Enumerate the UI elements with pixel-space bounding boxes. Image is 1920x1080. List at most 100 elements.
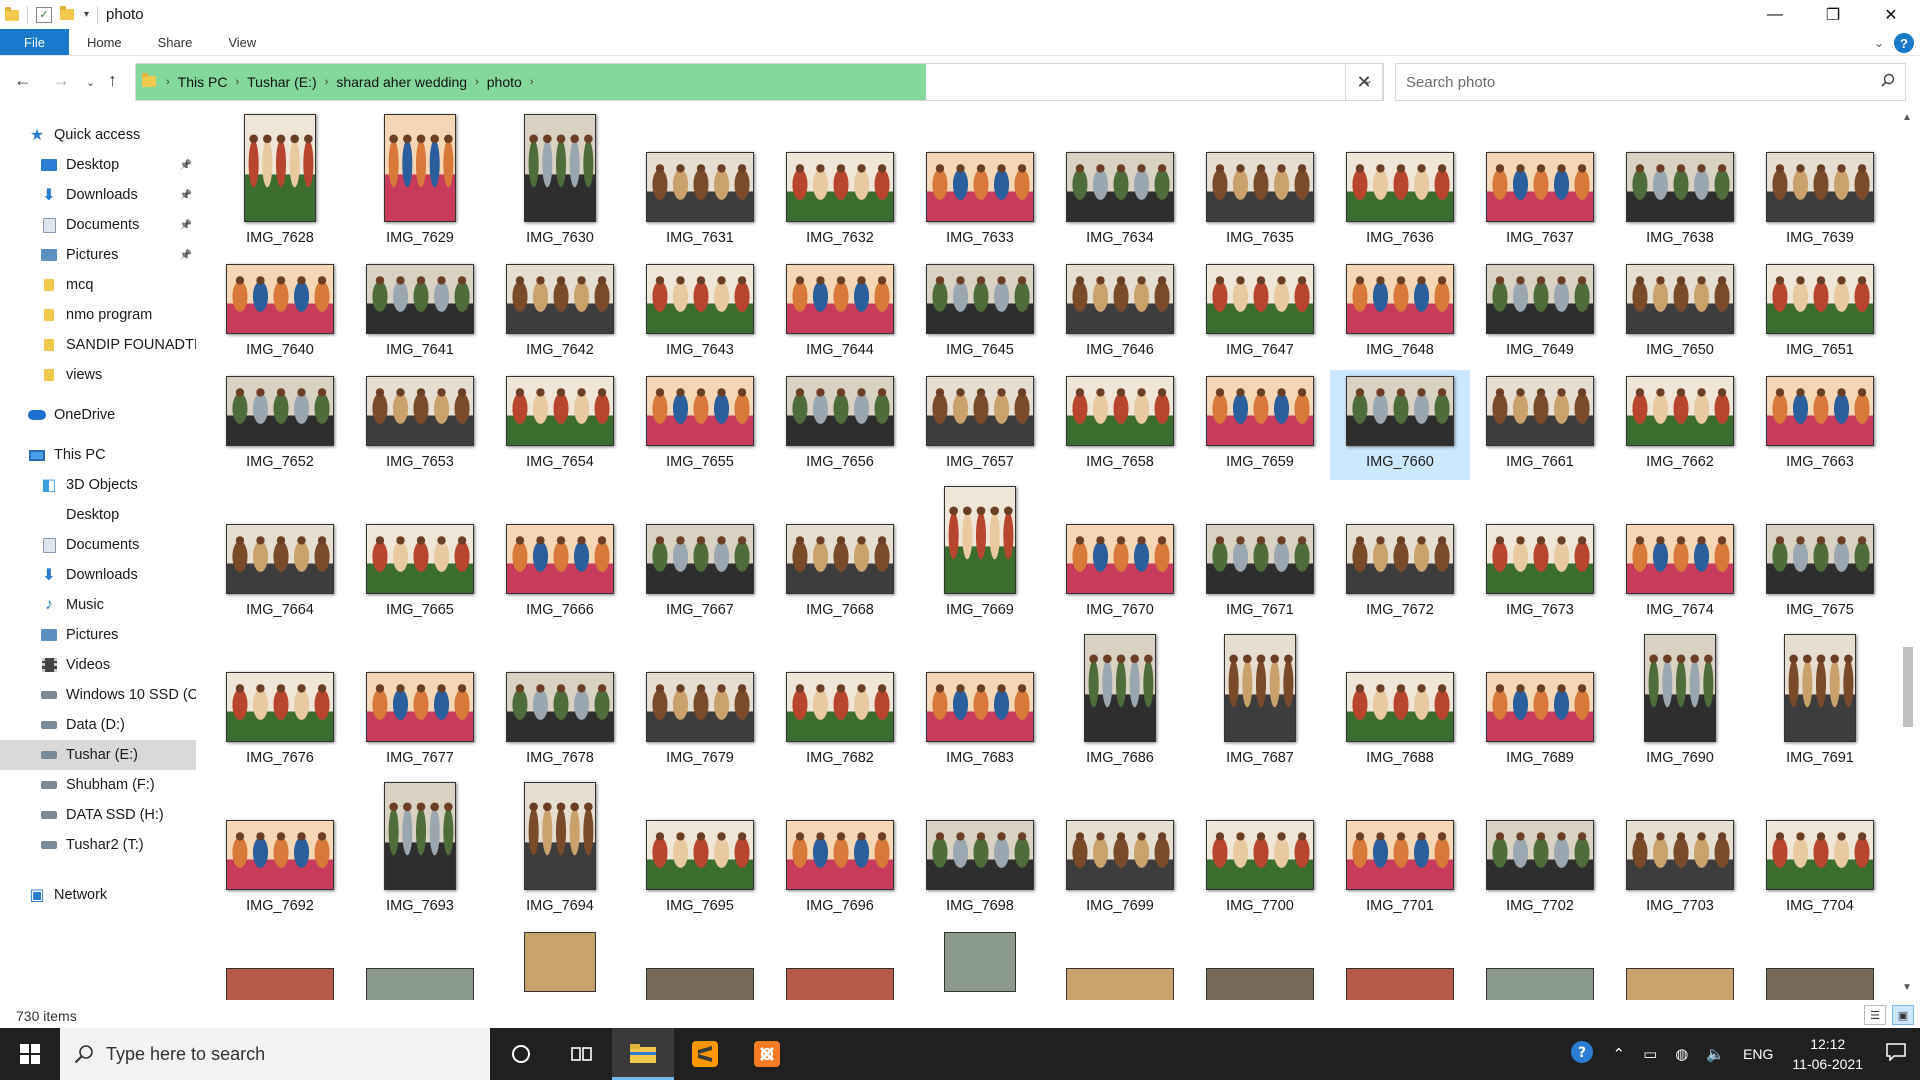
search-icon[interactable] — [1881, 73, 1895, 90]
file-item[interactable]: IMG_7645 — [910, 262, 1050, 374]
volume-icon[interactable]: 🔈 — [1706, 1045, 1725, 1063]
recent-locations-icon[interactable]: ⌄ — [86, 76, 95, 89]
pin-icon[interactable]: 📌 — [180, 250, 192, 261]
file-item[interactable]: IMG_7704 — [1750, 782, 1890, 930]
photo-thumbnail[interactable] — [1066, 264, 1174, 334]
file-item[interactable]: IMG_7639 — [1750, 110, 1890, 256]
photo-thumbnail[interactable] — [1486, 820, 1594, 890]
search-box[interactable] — [1395, 63, 1906, 101]
file-item[interactable]: IMG_7637 — [1470, 110, 1610, 256]
photo-thumbnail[interactable] — [1224, 634, 1296, 742]
file-item[interactable]: IMG_7663 — [1750, 374, 1890, 486]
nav-pc-item-9[interactable]: Data (D:) — [0, 710, 196, 740]
nav-folder-2[interactable]: nmo program — [0, 300, 196, 330]
photo-thumbnail[interactable] — [646, 820, 754, 890]
photo-thumbnail[interactable] — [506, 524, 614, 594]
photo-thumbnail[interactable] — [926, 820, 1034, 890]
back-arrow-icon[interactable]: ← — [14, 70, 32, 91]
photo-thumbnail[interactable] — [1766, 820, 1874, 890]
nav-pc-item-1[interactable]: ◧ 3D Objects — [0, 470, 196, 500]
photo-thumbnail[interactable] — [366, 672, 474, 742]
sublime-text-icon[interactable] — [674, 1028, 736, 1080]
file-item[interactable]: IMG_7634 — [1050, 110, 1190, 256]
restore-button[interactable]: ❐ — [1804, 0, 1862, 29]
file-item[interactable]: IMG_7630 — [490, 110, 630, 256]
file-item[interactable]: IMG_7670 — [1050, 486, 1190, 634]
photo-thumbnail[interactable] — [524, 782, 596, 890]
task-view-icon[interactable] — [550, 1028, 612, 1080]
photo-thumbnail[interactable] — [226, 820, 334, 890]
scroll-down-icon[interactable]: ▼ — [1902, 982, 1912, 993]
photo-thumbnail[interactable] — [646, 968, 754, 1000]
photo-thumbnail[interactable] — [524, 932, 596, 992]
file-item[interactable]: IMG_7644 — [770, 262, 910, 374]
photo-thumbnail[interactable] — [926, 152, 1034, 222]
photo-thumbnail[interactable] — [1066, 152, 1174, 222]
photo-thumbnail[interactable] — [384, 114, 456, 222]
file-item[interactable]: IMG_7647 — [1190, 262, 1330, 374]
details-view-icon[interactable]: ☰ — [1864, 1005, 1886, 1025]
tab-file[interactable]: File — [0, 29, 69, 55]
nav-folder-3[interactable]: SANDIP FOUNADTION — [0, 330, 196, 360]
photo-thumbnail[interactable] — [1206, 152, 1314, 222]
file-item[interactable]: IMG_7690 — [1610, 634, 1750, 782]
nav-pc-item-2[interactable]: Desktop — [0, 500, 196, 530]
up-arrow-icon[interactable]: ↑ — [108, 70, 117, 91]
photo-thumbnail[interactable] — [506, 672, 614, 742]
nav-folder-4[interactable]: views — [0, 360, 196, 390]
photo-thumbnail[interactable] — [1626, 376, 1734, 446]
file-item[interactable]: IMG_7689 — [1470, 634, 1610, 782]
photo-thumbnail[interactable] — [1626, 264, 1734, 334]
taskbar-search[interactable]: Type here to search — [60, 1028, 490, 1080]
photo-thumbnail[interactable] — [1766, 264, 1874, 334]
file-item[interactable]: IMG_7667 — [630, 486, 770, 634]
photo-thumbnail[interactable] — [1486, 264, 1594, 334]
battery-icon[interactable]: ▭ — [1643, 1045, 1657, 1063]
file-item[interactable]: IMG_7688 — [1330, 634, 1470, 782]
photo-thumbnail[interactable] — [366, 968, 474, 1000]
nav-this-pc[interactable]: This PC — [0, 440, 196, 470]
photo-thumbnail[interactable] — [226, 968, 334, 1000]
photo-thumbnail[interactable] — [786, 968, 894, 1000]
file-item[interactable]: IMG_7682 — [770, 634, 910, 782]
file-item[interactable]: IMG_7640 — [210, 262, 350, 374]
file-item[interactable]: IMG_7651 — [1750, 262, 1890, 374]
chevron-right-icon[interactable]: › — [325, 76, 329, 88]
properties-icon[interactable]: ✓ — [36, 6, 52, 23]
photo-thumbnail[interactable] — [1346, 524, 1454, 594]
photo-thumbnail[interactable] — [786, 264, 894, 334]
file-item[interactable]: IMG_7679 — [630, 634, 770, 782]
nav-quick-access[interactable]: ★ Quick access — [0, 120, 196, 150]
file-item[interactable]: IMG_7628 — [210, 110, 350, 256]
photo-thumbnail[interactable] — [1066, 376, 1174, 446]
file-item[interactable]: IMG_7662 — [1610, 374, 1750, 486]
nav-pc-item-7[interactable]: Videos — [0, 650, 196, 680]
nav-pc-item-12[interactable]: DATA SSD (H:) — [0, 800, 196, 830]
new-folder-icon[interactable] — [60, 5, 74, 23]
photo-thumbnail[interactable] — [1206, 820, 1314, 890]
photo-thumbnail[interactable] — [1784, 634, 1856, 742]
photo-thumbnail[interactable] — [786, 524, 894, 594]
file-item[interactable]: IMG_7646 — [1050, 262, 1190, 374]
chevron-right-icon[interactable]: › — [475, 76, 479, 88]
nav-folder-1[interactable]: mcq — [0, 270, 196, 300]
file-item[interactable]: IMG_7653 — [350, 374, 490, 486]
photo-thumbnail[interactable] — [1486, 672, 1594, 742]
scroll-thumb[interactable] — [1903, 647, 1913, 727]
file-item[interactable]: IMG_7672 — [1330, 486, 1470, 634]
nav-pc-item-10[interactable]: Tushar (E:) — [0, 740, 196, 770]
nav-pc-item-13[interactable]: Tushar2 (T:) — [0, 830, 196, 860]
file-item[interactable]: IMG_7650 — [1610, 262, 1750, 374]
file-item[interactable]: IMG_7652 — [210, 374, 350, 486]
photo-thumbnail[interactable] — [1626, 820, 1734, 890]
file-item[interactable]: IMG_7673 — [1470, 486, 1610, 634]
nav-pc-item-8[interactable]: Windows 10 SSD (C:) — [0, 680, 196, 710]
xampp-icon[interactable] — [736, 1028, 798, 1080]
photo-thumbnail[interactable] — [1206, 968, 1314, 1000]
file-item[interactable]: IMG_7693 — [350, 782, 490, 930]
photo-thumbnail[interactable] — [646, 152, 754, 222]
file-item[interactable]: IMG_7699 — [1050, 782, 1190, 930]
file-item[interactable]: IMG_7636 — [1330, 110, 1470, 256]
file-item[interactable]: IMG_7632 — [770, 110, 910, 256]
file-item[interactable]: IMG_7664 — [210, 486, 350, 634]
